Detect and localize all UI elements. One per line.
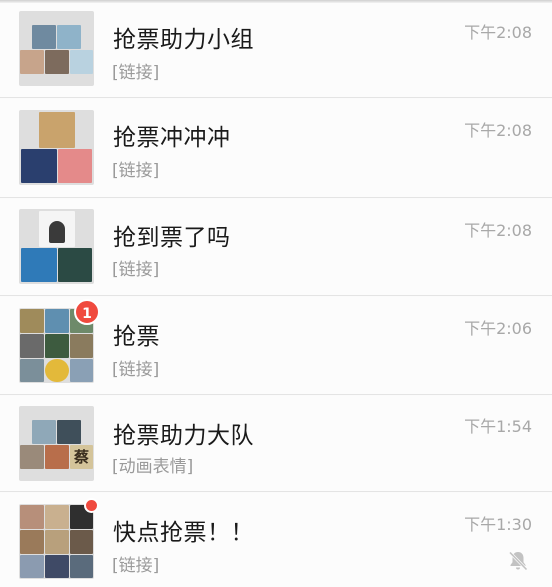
avatar-tile: 蔡 [70,445,93,469]
avatar-tile [20,334,44,358]
unread-badge: 1 [74,299,100,325]
avatar-tile [45,445,69,469]
chat-row[interactable]: 抢到票了吗 [链接] 下午2:08 [0,199,552,296]
chat-time: 下午2:08 [464,221,532,240]
group-avatar[interactable] [19,110,94,185]
chat-name: 快点抢票！！ [113,520,254,546]
chat-row[interactable]: 蔡 抢票助力大队 [动画表情] 下午1:54 [0,396,552,492]
avatar-tile [20,359,44,382]
bell-off-icon [508,551,528,571]
avatar-tile [45,309,69,333]
avatar-tile [70,334,93,358]
avatar-tile [32,420,56,444]
avatar-tile [20,555,44,578]
chat-name: 抢到票了吗 [113,225,231,251]
avatar-tile [45,359,69,382]
unread-dot [84,498,99,513]
avatar-tile [58,149,92,183]
avatar-tile [20,445,44,469]
avatar-tile [20,50,44,74]
avatar-tile [49,221,65,243]
chat-row[interactable]: 抢票冲冲冲 [链接] 下午2:08 [0,99,552,198]
avatar-tile [57,420,81,444]
chat-time: 下午1:30 [464,515,532,534]
group-avatar[interactable]: 1 [19,299,100,383]
chat-time: 下午2:08 [464,121,532,140]
avatar-tile [45,334,69,358]
avatar-tile [45,505,69,529]
avatar-tile [45,50,69,74]
chat-preview: [链接] [112,260,160,280]
group-avatar[interactable] [19,11,94,86]
group-avatar[interactable] [19,209,94,284]
chat-name: 抢票助力小组 [113,27,254,53]
chat-preview: [链接] [112,556,160,576]
chat-row[interactable]: 快点抢票！！ [链接] 下午1:30 [0,493,552,587]
chat-time: 下午2:08 [464,23,532,42]
row-divider [0,197,552,198]
avatar-tile [45,530,69,554]
avatar-tile [20,505,44,529]
row-divider [0,295,552,296]
chat-preview: [链接] [112,63,160,83]
chat-row[interactable]: 1 抢票 [链接] 下午2:06 [0,297,552,395]
chat-name: 抢票 [113,324,160,350]
avatar-tile [58,248,92,282]
avatar-tile [20,530,44,554]
chat-preview: [动画表情] [112,457,194,477]
avatar-tile [57,25,81,49]
chat-list: 抢票助力小组 [链接] 下午2:08 抢票冲冲冲 [链接] 下午2:08 抢到票… [0,0,552,587]
avatar-tile [21,149,57,183]
avatar-tile [70,530,93,554]
row-divider [0,491,552,492]
avatar-tile [45,555,69,578]
avatar-tile [20,309,44,333]
avatar-tile [39,112,75,148]
avatar-tile [32,25,56,49]
row-divider [0,97,552,98]
avatar-tile [70,359,93,382]
chat-time: 下午1:54 [464,417,532,436]
group-avatar[interactable] [19,498,99,579]
group-avatar[interactable]: 蔡 [19,406,94,481]
avatar-tile [21,248,57,282]
chat-row[interactable]: 抢票助力小组 [链接] 下午2:08 [0,3,552,98]
chat-preview: [链接] [112,161,160,181]
chat-name: 抢票冲冲冲 [113,125,231,151]
chat-name: 抢票助力大队 [113,423,254,449]
chat-preview: [链接] [112,360,160,380]
chat-time: 下午2:06 [464,319,532,338]
avatar-tile [70,50,93,74]
row-divider [0,394,552,395]
avatar-tile [70,555,93,578]
